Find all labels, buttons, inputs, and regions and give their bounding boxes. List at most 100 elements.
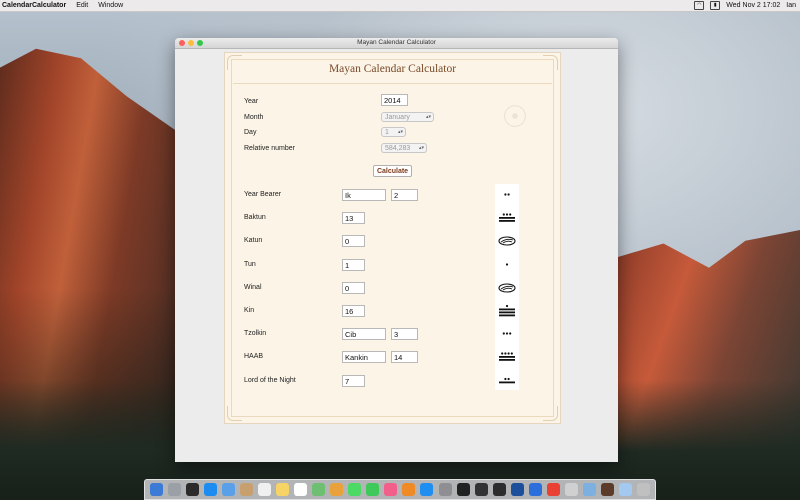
mayan-numeral-svg: [502, 332, 512, 335]
result-value-field[interactable]: 7: [342, 374, 365, 387]
battery-icon[interactable]: ▮: [710, 1, 721, 10]
stepper-icon: ▴▾: [418, 145, 424, 151]
chrome-icon[interactable]: [546, 483, 560, 496]
notes-icon[interactable]: [275, 483, 289, 496]
ornament-corner-icon: [227, 406, 242, 421]
mayan-numeral-svg: [499, 213, 515, 222]
numeral-dot: [504, 193, 507, 196]
mayan-numeral-icon: [497, 187, 517, 203]
result-value-field[interactable]: 16: [342, 305, 365, 317]
chevron-updown-icon: ▴▾: [425, 114, 431, 120]
parchment-panel: ☉ Mayan Calendar Calculator Year 2014 Mo…: [224, 52, 561, 424]
console-icon[interactable]: [474, 483, 488, 496]
numeral-dot: [504, 352, 507, 355]
terminal-icon[interactable]: [456, 483, 470, 496]
numeral-bar: [499, 381, 515, 383]
calendar-icon[interactable]: [257, 483, 271, 496]
window-titlebar[interactable]: Mayan Calendar Calculator: [175, 38, 618, 49]
menubar-clock[interactable]: Wed Nov 2 17:02: [726, 0, 780, 11]
calculator-app-icon[interactable]: [601, 483, 615, 496]
result-value-field[interactable]: 0: [342, 235, 365, 248]
chevron-updown-icon: ▴▾: [397, 129, 403, 135]
numeral-dot: [502, 213, 505, 216]
mayan-numeral-svg: [499, 377, 515, 383]
messages-icon[interactable]: [348, 483, 362, 496]
menu-window[interactable]: Window: [98, 0, 123, 11]
page-title: Mayan Calendar Calculator: [328, 63, 457, 75]
month-select-value: January: [385, 114, 410, 121]
zoom-window-icon[interactable]: [197, 40, 203, 46]
shell-line: [500, 285, 514, 291]
system-preferences-icon[interactable]: [438, 483, 452, 496]
ibooks-icon[interactable]: [402, 483, 416, 496]
mission-control-icon[interactable]: [185, 483, 199, 496]
textedit-icon[interactable]: [564, 483, 578, 496]
trash-icon[interactable]: [637, 483, 651, 496]
result-number-field[interactable]: 14: [391, 351, 418, 364]
day-select[interactable]: 1 ▴▾: [381, 127, 406, 137]
folder-icon[interactable]: [619, 483, 633, 496]
result-value-field[interactable]: 1: [342, 258, 365, 271]
result-label: Tun: [244, 260, 256, 268]
traffic-lights: [179, 40, 203, 46]
activity-icon[interactable]: [492, 483, 506, 496]
mail-icon[interactable]: [221, 483, 235, 496]
close-window-icon[interactable]: [179, 40, 185, 46]
year-label: Year: [244, 98, 259, 105]
numeral-bar: [499, 314, 515, 317]
facetime-icon[interactable]: [366, 483, 380, 496]
result-value-field[interactable]: Kankin: [342, 351, 386, 364]
result-label: Year Bearer: [244, 191, 282, 198]
network-icon[interactable]: [510, 483, 524, 496]
numeral-dot: [509, 213, 512, 216]
result-label: Kin: [244, 307, 255, 314]
itunes-icon[interactable]: [384, 483, 398, 496]
mayan-numeral-icon: [497, 280, 517, 296]
calculate-button[interactable]: Calculate: [373, 165, 412, 177]
photos-icon[interactable]: [330, 483, 344, 496]
vs-code-icon[interactable]: [528, 483, 542, 496]
reminders-icon[interactable]: [294, 483, 308, 496]
month-label: Month: [244, 114, 264, 121]
dock: [144, 479, 656, 500]
result-value-field[interactable]: 13: [342, 212, 365, 225]
mayan-numeral-svg: [498, 236, 516, 246]
menubar-user[interactable]: Ian: [786, 0, 796, 11]
mayan-numeral-svg: [499, 304, 515, 317]
numeral-dot: [505, 262, 509, 266]
maps-icon[interactable]: [312, 483, 326, 496]
numeral-dot: [501, 352, 504, 355]
ornament-corner-icon: [543, 406, 558, 421]
relative-number-stepper[interactable]: 584,283 ▴▾: [381, 143, 427, 153]
numeral-bar: [499, 308, 515, 311]
minimize-window-icon[interactable]: [188, 40, 194, 46]
menubar-app-name[interactable]: CalendarCalculator: [2, 0, 66, 11]
finder-icon[interactable]: [149, 483, 163, 496]
month-select[interactable]: January ▴▾: [381, 112, 434, 122]
year-field[interactable]: 2014: [381, 94, 408, 106]
mayan-numeral-svg: [504, 193, 510, 196]
safari-icon[interactable]: [203, 483, 217, 496]
app-store-icon[interactable]: [420, 483, 434, 496]
numeral-bar: [499, 311, 515, 314]
mayan-numeral-svg: [505, 262, 509, 266]
result-value-field[interactable]: 0: [342, 281, 365, 294]
preview-icon[interactable]: [583, 483, 597, 496]
result-label: Lord of the Night: [244, 376, 296, 384]
wifi-icon[interactable]: ◠: [694, 1, 705, 10]
mayan-numeral-icon: [497, 303, 517, 319]
contacts-icon[interactable]: [239, 483, 253, 496]
mayan-watermark-icon: ☉: [501, 100, 529, 135]
numeral-dot: [507, 352, 510, 355]
day-label: Day: [244, 129, 257, 136]
launchpad-icon[interactable]: [167, 483, 181, 496]
numeral-dot: [507, 193, 510, 196]
numeral-dot: [510, 352, 513, 355]
result-value-field[interactable]: Cib: [342, 328, 386, 341]
result-value-field[interactable]: Ik: [342, 189, 386, 201]
result-number-field[interactable]: 2: [391, 189, 418, 201]
numeral-dot: [505, 213, 509, 216]
mayan-numeral-icon: [497, 349, 517, 365]
result-number-field[interactable]: 3: [391, 328, 418, 341]
menu-edit[interactable]: Edit: [76, 0, 88, 11]
